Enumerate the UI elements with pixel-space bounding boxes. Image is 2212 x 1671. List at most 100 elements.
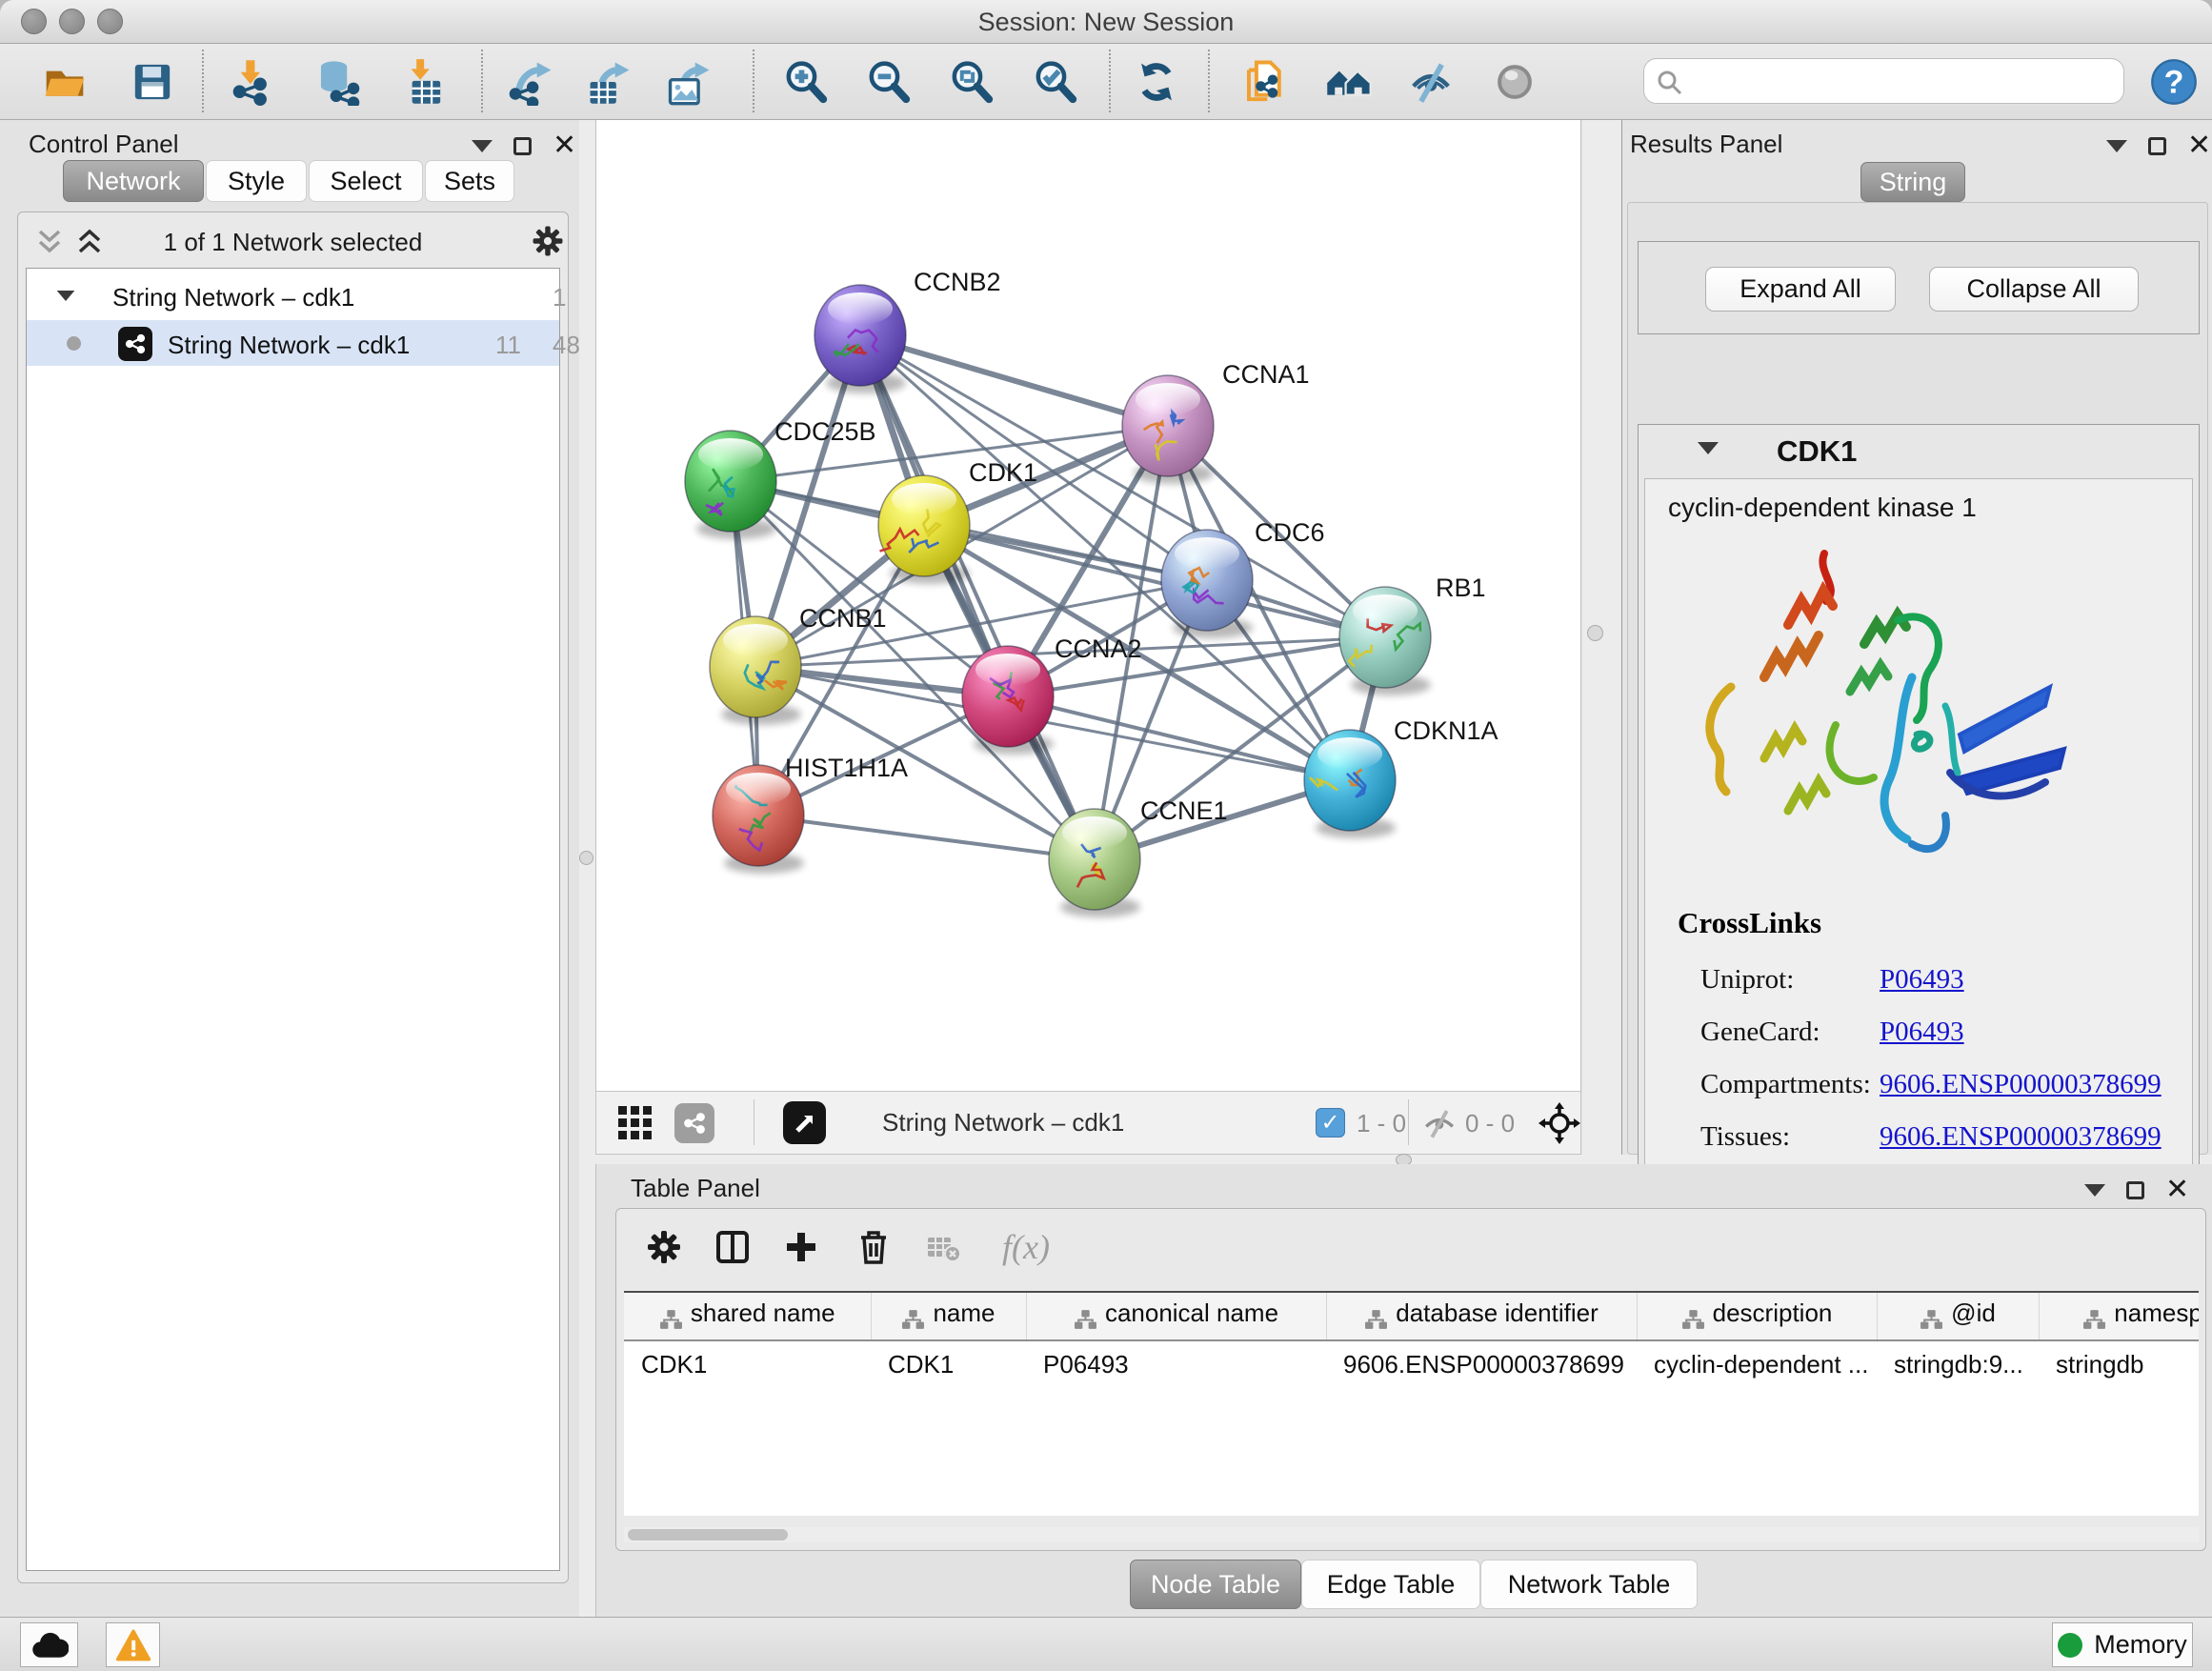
export-image-button[interactable] xyxy=(663,55,716,109)
table-cell[interactable]: P06493 xyxy=(1026,1340,1326,1388)
crosslink-link[interactable]: P06493 xyxy=(1880,964,1964,996)
table-cell[interactable]: 9606.ENSP00000378699 xyxy=(1326,1340,1637,1388)
refresh-button[interactable] xyxy=(1130,55,1183,109)
tab-string[interactable]: String xyxy=(1860,162,1965,202)
right-splitter-handle[interactable] xyxy=(1587,625,1603,641)
table-row[interactable]: CDK1CDK1P064939606.ENSP00000378699cyclin… xyxy=(624,1340,2199,1388)
panel-menu-icon[interactable] xyxy=(2084,1184,2105,1197)
open-session-button[interactable] xyxy=(38,55,91,109)
network-from-clipboard-button[interactable] xyxy=(1238,55,1292,109)
column-header[interactable]: canonical name xyxy=(1026,1293,1326,1340)
network-edge[interactable] xyxy=(860,335,1168,426)
function-builder-icon[interactable]: f(x) xyxy=(988,1222,1064,1272)
cloud-button[interactable] xyxy=(20,1622,78,1667)
zoom-out-button[interactable] xyxy=(862,55,915,109)
network-node[interactable]: CDK1 xyxy=(878,458,1037,584)
table-h-scrollbar-thumb[interactable] xyxy=(628,1529,788,1540)
tab-network[interactable]: Network xyxy=(63,160,204,202)
network-edge[interactable] xyxy=(758,815,1095,859)
table-cell[interactable]: stringdb xyxy=(2039,1340,2199,1388)
cdk1-section-header[interactable]: CDK1 xyxy=(1639,425,2199,476)
birdseye-view-icon[interactable] xyxy=(783,1101,826,1144)
tree-expand-icon[interactable] xyxy=(57,291,75,301)
crosslinks-title: CrossLinks xyxy=(1678,906,2173,940)
network-node[interactable]: CDC6 xyxy=(1161,518,1325,638)
save-session-button[interactable] xyxy=(126,55,179,109)
help-button[interactable]: ? xyxy=(2147,55,2201,109)
panel-close-icon[interactable]: ✕ xyxy=(2165,1179,2189,1200)
import-database-button[interactable] xyxy=(311,55,364,109)
crosslink-row: GeneCard:P06493 xyxy=(1678,1006,2173,1058)
crosslink-label: GeneCard: xyxy=(1678,1017,1880,1048)
panel-menu-icon[interactable] xyxy=(472,140,493,152)
hide-selected-button[interactable] xyxy=(1404,55,1458,109)
panel-close-icon[interactable]: ✕ xyxy=(2187,135,2211,156)
network-collection-row[interactable]: String Network – cdk1 1 xyxy=(27,274,559,320)
grid-view-icon[interactable] xyxy=(615,1103,655,1148)
export-network-button[interactable] xyxy=(505,55,558,109)
panel-float-icon[interactable] xyxy=(513,137,532,155)
tab-network-table[interactable]: Network Table xyxy=(1480,1560,1698,1609)
export-image-icon xyxy=(666,58,714,106)
table-cell[interactable]: cyclin-dependent ... xyxy=(1637,1340,1877,1388)
tab-style[interactable]: Style xyxy=(206,160,307,202)
column-header[interactable]: database identifier xyxy=(1326,1293,1637,1340)
crosslink-link[interactable]: 9606.ENSP00000378699 xyxy=(1880,1069,2162,1100)
column-header[interactable]: name xyxy=(871,1293,1026,1340)
export-table-button[interactable] xyxy=(583,55,636,109)
column-header[interactable]: namespace xyxy=(2039,1293,2199,1340)
add-column-icon[interactable] xyxy=(776,1222,826,1272)
memory-button[interactable]: Memory xyxy=(2052,1622,2193,1667)
network-node[interactable]: CCNA1 xyxy=(1122,360,1310,484)
panel-menu-icon[interactable] xyxy=(2106,140,2127,152)
delete-table-icon[interactable] xyxy=(919,1222,969,1272)
network-node[interactable]: CCNB2 xyxy=(814,268,1001,393)
network-node[interactable]: CCNE1 xyxy=(1049,796,1228,917)
tab-node-table[interactable]: Node Table xyxy=(1130,1560,1301,1609)
show-hidden-button[interactable] xyxy=(1488,55,1541,109)
network-node[interactable]: CDKN1A xyxy=(1304,716,1498,838)
pan-crosshair-icon[interactable] xyxy=(1538,1101,1581,1150)
zoom-in-button[interactable] xyxy=(779,55,833,109)
import-network-button[interactable] xyxy=(225,55,278,109)
network-share-icon[interactable] xyxy=(674,1103,714,1143)
left-splitter[interactable] xyxy=(579,120,595,1617)
network-node[interactable]: HIST1H1A xyxy=(713,754,908,874)
zoom-selected-button[interactable] xyxy=(1029,55,1082,109)
import-table-button[interactable] xyxy=(396,55,450,109)
network-node[interactable]: RB1 xyxy=(1339,574,1486,695)
delete-column-icon[interactable] xyxy=(849,1222,898,1272)
left-splitter-handle[interactable] xyxy=(579,851,593,865)
svg-text:?: ? xyxy=(2164,64,2184,100)
crosslink-link[interactable]: 9606.ENSP00000378699 xyxy=(1880,1121,2162,1153)
search-input[interactable] xyxy=(1688,63,2117,99)
column-header[interactable]: @id xyxy=(1877,1293,2039,1340)
table-gear-icon[interactable] xyxy=(639,1222,689,1272)
table-cell[interactable]: CDK1 xyxy=(624,1340,871,1388)
selected-checkbox-icon[interactable]: ✓ xyxy=(1316,1108,1345,1137)
show-all-networks-button[interactable] xyxy=(1322,55,1376,109)
network-view-row[interactable]: String Network – cdk1 11 48 xyxy=(27,320,559,366)
selected-node-edge-counts: 1 - 0 xyxy=(1357,1109,1406,1138)
network-node[interactable]: CCNB1 xyxy=(710,604,887,725)
tab-edge-table[interactable]: Edge Table xyxy=(1301,1560,1480,1609)
table-h-scrollbar[interactable] xyxy=(624,1527,2199,1542)
warnings-button[interactable] xyxy=(106,1622,160,1667)
column-header[interactable]: description xyxy=(1637,1293,1877,1340)
panel-close-icon[interactable]: ✕ xyxy=(553,135,576,156)
panel-float-icon[interactable] xyxy=(2126,1181,2144,1199)
tab-sets[interactable]: Sets xyxy=(425,160,514,202)
column-header[interactable]: shared name xyxy=(624,1293,871,1340)
crosslink-link[interactable]: P06493 xyxy=(1880,1017,1964,1048)
tab-select[interactable]: Select xyxy=(309,160,423,202)
expand-all-button[interactable]: Expand All xyxy=(1705,267,1896,312)
zoom-fit-button[interactable] xyxy=(945,55,998,109)
table-cell[interactable]: stringdb:9... xyxy=(1877,1340,2039,1388)
network-canvas[interactable]: CCNB2CCNA1CDC25BCDK1CDC6RB1CCNB1CCNA2CDK… xyxy=(596,120,1580,1089)
panel-float-icon[interactable] xyxy=(2148,137,2166,155)
collapse-all-button[interactable]: Collapse All xyxy=(1929,267,2139,312)
table-cell[interactable]: CDK1 xyxy=(871,1340,1026,1388)
gear-icon[interactable] xyxy=(529,222,567,260)
show-columns-icon[interactable] xyxy=(708,1222,757,1272)
section-collapse-icon[interactable] xyxy=(1698,442,1719,454)
